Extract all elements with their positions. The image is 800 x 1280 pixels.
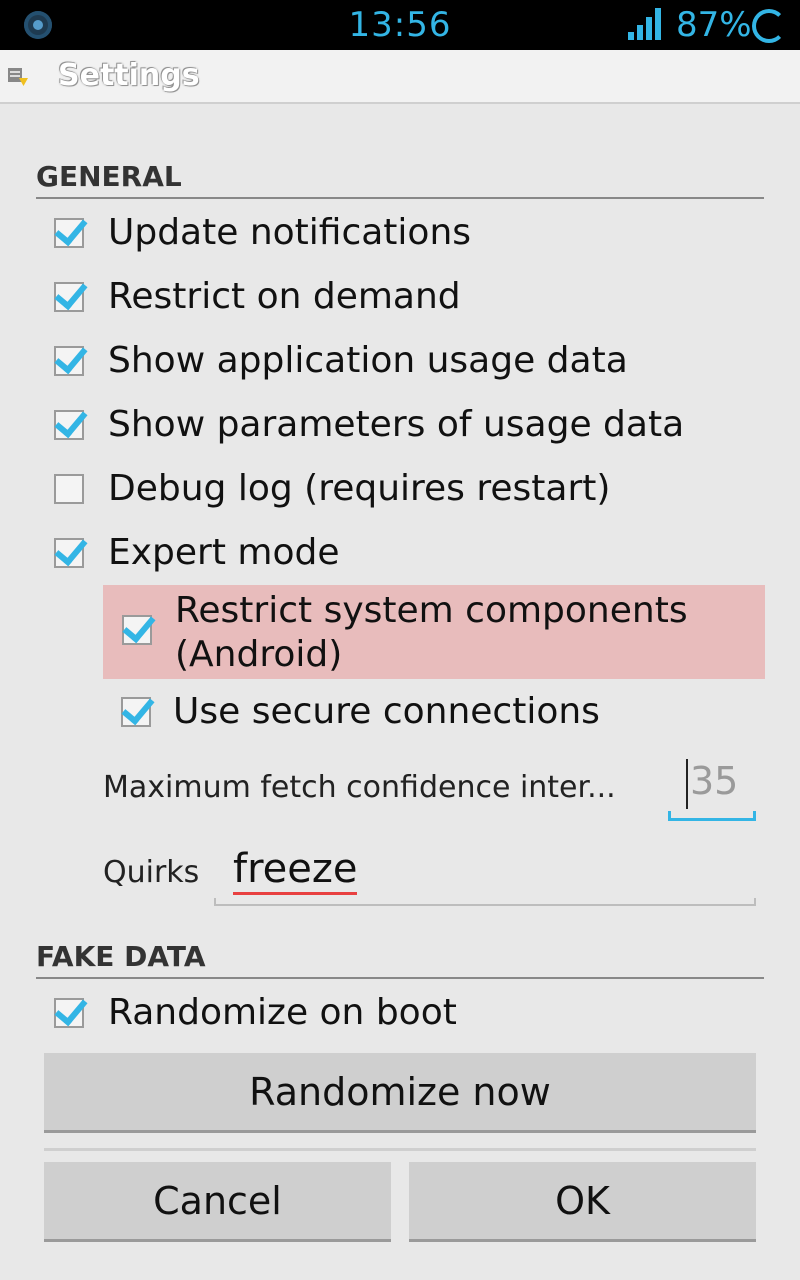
fetch-confidence-value: 35 xyxy=(690,759,739,803)
option-label: Debug log (requires restart) xyxy=(108,468,611,509)
randomize-now-button[interactable]: Randomize now xyxy=(44,1053,756,1133)
show-app-usage-option[interactable]: Show application usage data xyxy=(54,339,628,383)
quirks-input[interactable]: freeze xyxy=(214,840,756,906)
checkbox-show-app-usage[interactable] xyxy=(54,346,84,376)
randomize-on-boot-option[interactable]: Randomize on boot xyxy=(54,991,457,1035)
title-bar: Settings xyxy=(0,50,800,104)
option-label: Use secure connections xyxy=(173,691,600,732)
checkbox-debug-log[interactable] xyxy=(54,474,84,504)
checkbox-randomize-on-boot[interactable] xyxy=(54,998,84,1028)
battery-icon xyxy=(752,9,786,43)
quirks-label: Quirks xyxy=(103,855,200,890)
ok-button[interactable]: OK xyxy=(409,1162,756,1242)
section-header-general: GENERAL xyxy=(36,160,764,199)
option-label: Randomize on boot xyxy=(108,992,457,1033)
option-label: Show application usage data xyxy=(108,340,628,381)
option-label: Expert mode xyxy=(108,532,340,573)
expert-mode-option[interactable]: Expert mode xyxy=(54,531,340,575)
fetch-confidence-label: Maximum fetch confidence inter... xyxy=(103,770,616,805)
status-bar: 13:56 87% xyxy=(0,0,800,50)
button-divider xyxy=(44,1148,756,1151)
checkbox-secure-connections[interactable] xyxy=(121,697,151,727)
checkbox-update-notifications[interactable] xyxy=(54,218,84,248)
checkbox-restrict-system[interactable] xyxy=(122,615,152,645)
restrict-system-label-line1: Restrict system components xyxy=(175,590,688,631)
signal-icon xyxy=(628,8,661,40)
option-label: Restrict on demand xyxy=(108,276,461,317)
restrict-system-label: Restrict system components (Android) xyxy=(175,589,688,677)
option-label: Update notifications xyxy=(108,212,472,253)
show-params-option[interactable]: Show parameters of usage data xyxy=(54,403,684,447)
quirks-value: freeze xyxy=(233,846,358,895)
text-cursor xyxy=(686,759,688,809)
restrict-system-option[interactable]: Restrict system components (Android) xyxy=(103,585,765,679)
fetch-confidence-input[interactable]: 35 xyxy=(668,757,756,821)
debug-log-option[interactable]: Debug log (requires restart) xyxy=(54,467,610,511)
restrict-on-demand-option[interactable]: Restrict on demand xyxy=(54,275,461,319)
checkbox-expert-mode[interactable] xyxy=(54,538,84,568)
settings-app-icon xyxy=(8,68,28,86)
page-title: Settings xyxy=(58,58,200,93)
restrict-system-label-line2: (Android) xyxy=(175,634,343,675)
checkbox-show-params[interactable] xyxy=(54,410,84,440)
checkbox-restrict-on-demand[interactable] xyxy=(54,282,84,312)
section-header-fake-data: FAKE DATA xyxy=(36,940,764,979)
battery-percent: 87% xyxy=(676,5,752,45)
update-notifications-option[interactable]: Update notifications xyxy=(54,211,471,255)
option-label: Show parameters of usage data xyxy=(108,404,685,445)
cancel-button[interactable]: Cancel xyxy=(44,1162,391,1242)
secure-connections-option[interactable]: Use secure connections xyxy=(121,690,600,734)
